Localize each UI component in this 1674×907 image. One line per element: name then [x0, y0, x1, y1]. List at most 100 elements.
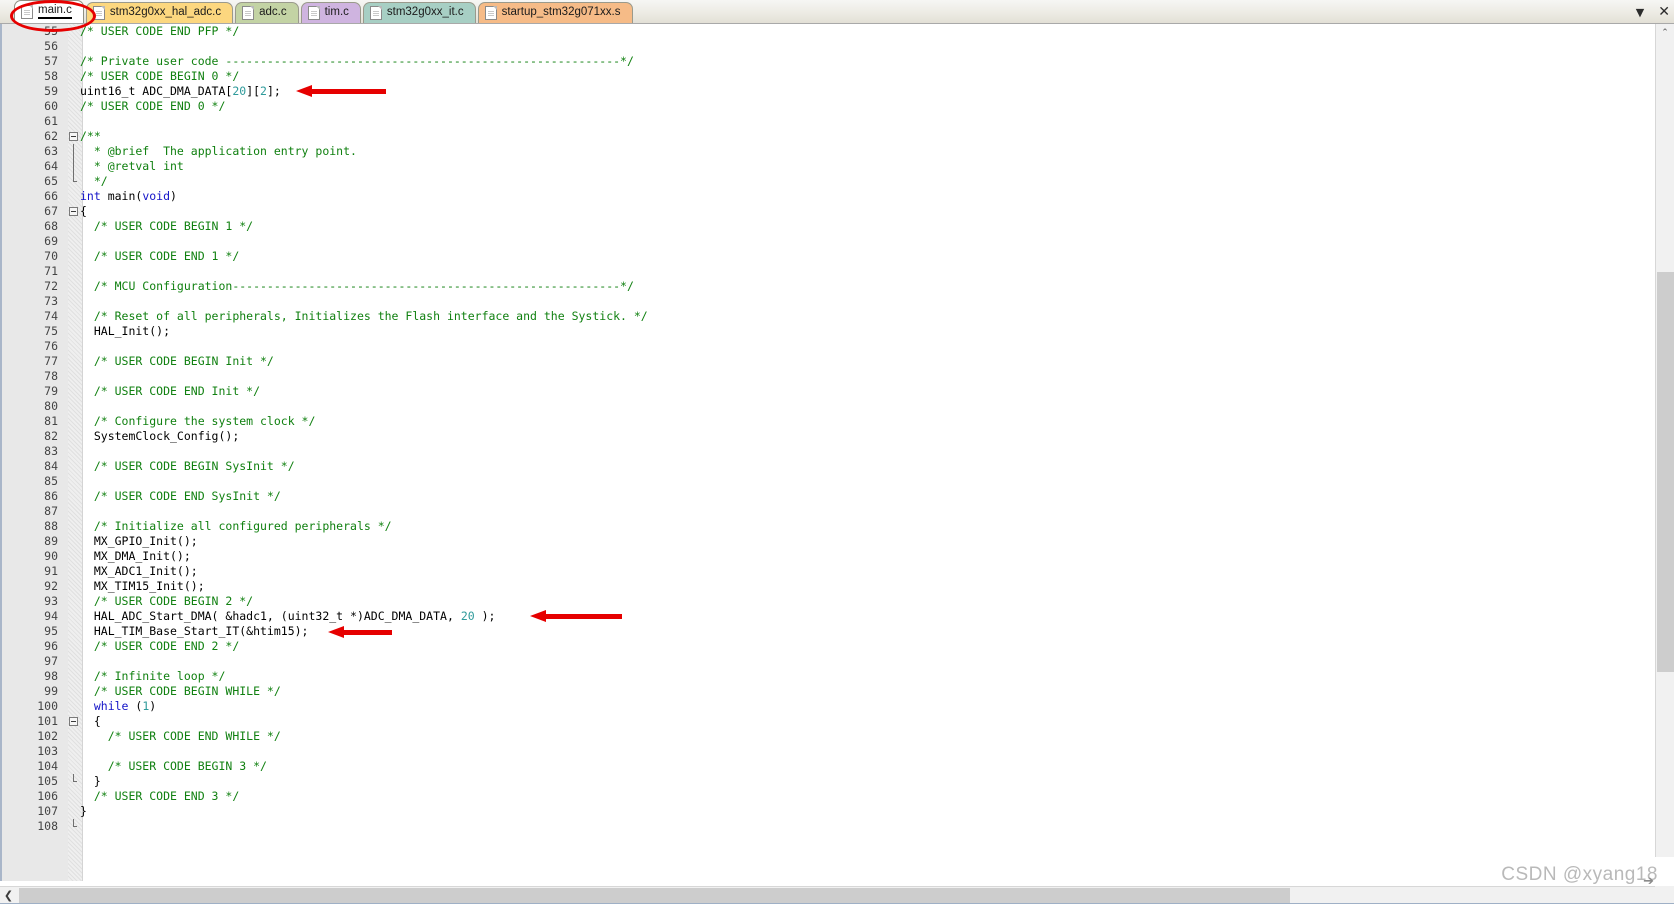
editor-tab-main-c[interactable]: main.c	[14, 0, 84, 23]
code-line[interactable]: 87	[2, 504, 1674, 519]
code-line[interactable]: 77 /* USER CODE BEGIN Init */	[2, 354, 1674, 369]
editor-tab-startup-stm32g071xx-s[interactable]: startup_stm32g071xx.s	[478, 2, 633, 23]
code-line[interactable]: 91 MX_ADC1_Init();	[2, 564, 1674, 579]
code-line[interactable]: 76	[2, 339, 1674, 354]
line-number: 75	[2, 324, 58, 339]
line-number: 73	[2, 294, 58, 309]
code-line-text: /* USER CODE BEGIN 0 */	[80, 69, 239, 84]
code-line[interactable]: 100 while (1)	[2, 699, 1674, 714]
code-line[interactable]: 94 HAL_ADC_Start_DMA( &hadc1, (uint32_t …	[2, 609, 1674, 624]
code-line[interactable]: 107}	[2, 804, 1674, 819]
code-line[interactable]: 90 MX_DMA_Init();	[2, 549, 1674, 564]
line-number: 76	[2, 339, 58, 354]
code-line[interactable]: 105 }	[2, 774, 1674, 789]
code-token: HAL_TIM_Base_Start_IT(&htim15);	[80, 624, 308, 638]
code-line-text: /* USER CODE END SysInit */	[80, 489, 281, 504]
code-line[interactable]: 63 * @brief The application entry point.	[2, 144, 1674, 159]
code-line[interactable]: 89 MX_GPIO_Init();	[2, 534, 1674, 549]
fold-collapse-icon[interactable]	[69, 717, 78, 726]
code-line[interactable]: 56	[2, 39, 1674, 54]
editor-tab-stm32g0xx-hal-adc-c[interactable]: stm32g0xx_hal_adc.c	[86, 2, 233, 23]
code-token: int	[80, 189, 108, 203]
horizontal-scrollbar-thumb[interactable]	[19, 888, 1290, 903]
code-token: MX_DMA_Init();	[80, 549, 191, 563]
code-line[interactable]: 96 /* USER CODE END 2 */	[2, 639, 1674, 654]
code-line[interactable]: 103	[2, 744, 1674, 759]
code-line[interactable]: 65 */	[2, 174, 1674, 189]
code-line[interactable]: 97	[2, 654, 1674, 669]
editor-tab-tim-c[interactable]: tim.c	[301, 2, 361, 23]
fold-collapse-icon[interactable]	[69, 132, 78, 141]
code-line[interactable]: 85	[2, 474, 1674, 489]
code-line-text: while (1)	[80, 699, 156, 714]
code-line[interactable]: 58/* USER CODE BEGIN 0 */	[2, 69, 1674, 84]
code-line[interactable]: 68 /* USER CODE BEGIN 1 */	[2, 219, 1674, 234]
code-line[interactable]: 108	[2, 819, 1674, 834]
vertical-scrollbar-thumb[interactable]	[1657, 272, 1674, 672]
document-icon	[485, 6, 497, 20]
code-line-text: MX_ADC1_Init();	[80, 564, 198, 579]
code-line[interactable]: 98 /* Infinite loop */	[2, 669, 1674, 684]
code-token: /* USER CODE BEGIN 3 */	[80, 759, 267, 773]
code-line[interactable]: 64 * @retval int	[2, 159, 1674, 174]
line-number: 85	[2, 474, 58, 489]
code-line[interactable]: 99 /* USER CODE BEGIN WHILE */	[2, 684, 1674, 699]
code-line[interactable]: 80	[2, 399, 1674, 414]
fold-collapse-icon[interactable]	[69, 207, 78, 216]
code-token: /* USER CODE END SysInit */	[80, 489, 281, 503]
code-line[interactable]: 81 /* Configure the system clock */	[2, 414, 1674, 429]
code-line[interactable]: 93 /* USER CODE BEGIN 2 */	[2, 594, 1674, 609]
code-line[interactable]: 88 /* Initialize all configured peripher…	[2, 519, 1674, 534]
code-line[interactable]: 75 HAL_Init();	[2, 324, 1674, 339]
code-line[interactable]: 66int main(void)	[2, 189, 1674, 204]
document-icon	[93, 6, 105, 20]
code-line-text: /* USER CODE END Init */	[80, 384, 260, 399]
code-line[interactable]: 61	[2, 114, 1674, 129]
code-line[interactable]: 60/* USER CODE END 0 */	[2, 99, 1674, 114]
code-line-text: /* USER CODE BEGIN SysInit */	[80, 459, 295, 474]
close-icon[interactable]: ✕	[1658, 5, 1670, 19]
code-line[interactable]: 62/**	[2, 129, 1674, 144]
code-line[interactable]: 86 /* USER CODE END SysInit */	[2, 489, 1674, 504]
line-number: 90	[2, 549, 58, 564]
code-line-text: /* Infinite loop */	[80, 669, 225, 684]
scroll-up-arrow-icon[interactable]: ⌃	[1656, 24, 1674, 42]
code-line[interactable]: 106 /* USER CODE END 3 */	[2, 789, 1674, 804]
code-line[interactable]: 95 HAL_TIM_Base_Start_IT(&htim15);	[2, 624, 1674, 639]
code-line[interactable]: 82 SystemClock_Config();	[2, 429, 1674, 444]
code-line[interactable]: 104 /* USER CODE BEGIN 3 */	[2, 759, 1674, 774]
editor-tab-adc-c[interactable]: adc.c	[235, 2, 299, 23]
code-text-area[interactable]: 55/* USER CODE END PFP */5657/* Private …	[2, 24, 1674, 881]
code-line[interactable]: 70 /* USER CODE END 1 */	[2, 249, 1674, 264]
code-line[interactable]: 102 /* USER CODE END WHILE */	[2, 729, 1674, 744]
code-line[interactable]: 101 {	[2, 714, 1674, 729]
code-token: }	[80, 804, 87, 818]
code-line[interactable]: 55/* USER CODE END PFP */	[2, 24, 1674, 39]
editor-tab-stm32g0xx-it-c[interactable]: stm32g0xx_it.c	[363, 2, 476, 23]
scroll-left-arrow-icon[interactable]: ❮	[0, 887, 17, 903]
code-token: /* MCU Configuration--------------------…	[80, 279, 634, 293]
code-line[interactable]: 79 /* USER CODE END Init */	[2, 384, 1674, 399]
code-line[interactable]: 83	[2, 444, 1674, 459]
code-line[interactable]: 84 /* USER CODE BEGIN SysInit */	[2, 459, 1674, 474]
code-token: uint16_t ADC_DMA_DATA[	[80, 84, 232, 98]
window-controls: ▼ ✕	[1636, 0, 1670, 24]
horizontal-scrollbar[interactable]: ❮	[0, 886, 1655, 903]
code-line[interactable]: 67{	[2, 204, 1674, 219]
code-token: ];	[267, 84, 281, 98]
code-line-text: /* USER CODE BEGIN WHILE */	[80, 684, 281, 699]
code-line[interactable]: 78	[2, 369, 1674, 384]
code-line-text: /* USER CODE END PFP */	[80, 24, 239, 39]
chevron-down-icon[interactable]: ▼	[1636, 7, 1644, 18]
code-editor-pane[interactable]: 55/* USER CODE END PFP */5657/* Private …	[0, 24, 1674, 881]
code-line[interactable]: 59uint16_t ADC_DMA_DATA[20][2];	[2, 84, 1674, 99]
code-line[interactable]: 57/* Private user code -----------------…	[2, 54, 1674, 69]
code-line[interactable]: 92 MX_TIM15_Init();	[2, 579, 1674, 594]
code-line[interactable]: 73	[2, 294, 1674, 309]
code-line[interactable]: 69	[2, 234, 1674, 249]
vertical-scrollbar[interactable]: ⌃	[1655, 24, 1674, 857]
code-line[interactable]: 74 /* Reset of all peripherals, Initiali…	[2, 309, 1674, 324]
code-token: {	[80, 714, 101, 728]
code-line[interactable]: 72 /* MCU Configuration-----------------…	[2, 279, 1674, 294]
code-line[interactable]: 71	[2, 264, 1674, 279]
